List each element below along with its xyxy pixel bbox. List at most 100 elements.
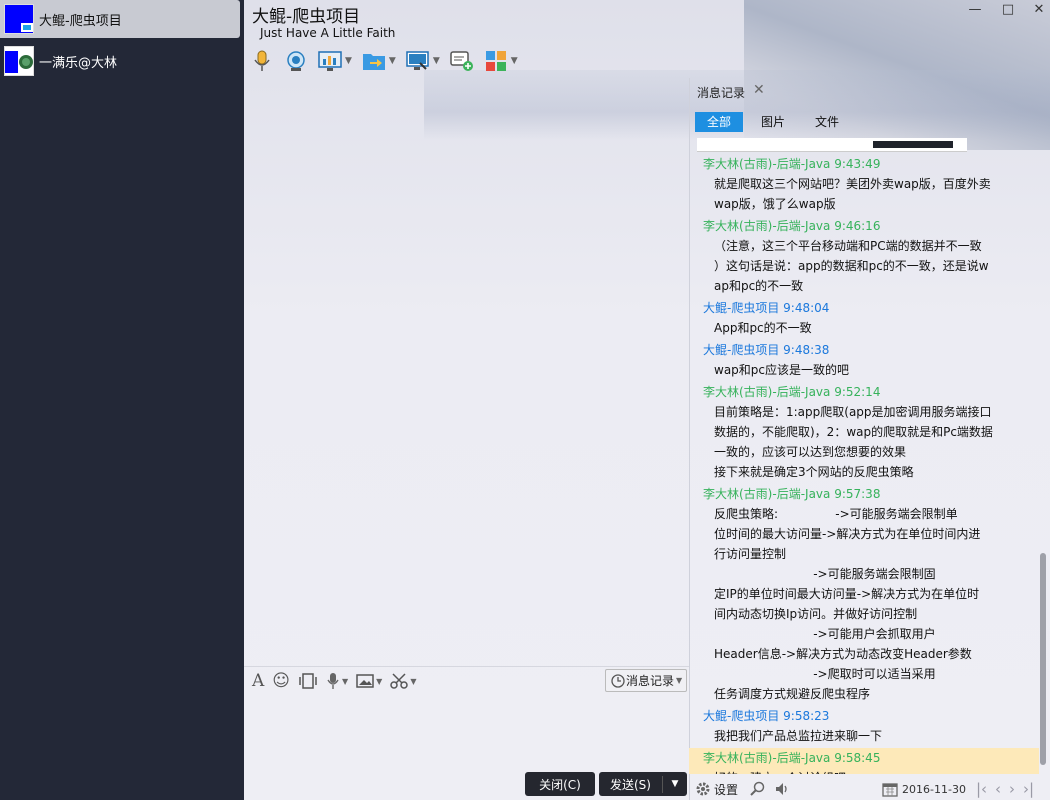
message-time: 9:57:38 xyxy=(830,487,881,501)
message-sender-time: 李大林(古雨)-后端-Java 9:52:14 xyxy=(689,382,1039,402)
history-date: 2016-11-30 xyxy=(902,782,966,796)
chevron-down-icon[interactable]: ▼ xyxy=(410,677,416,686)
message-sender[interactable]: 大鲲-爬虫项目 xyxy=(703,301,779,315)
message-sender[interactable]: 李大林(古雨)-后端-Java xyxy=(703,487,830,501)
session-sidebar: 大鲲-爬虫项目 一满乐@大林 xyxy=(0,0,244,800)
message-text: （注意，这三个平台移动端和PC端的数据并不一致 ）这句话是说：app的数据和pc… xyxy=(714,239,989,293)
video-call-button[interactable] xyxy=(284,47,308,75)
history-button-label: 消息记录 xyxy=(626,674,675,688)
scissors-icon xyxy=(390,673,409,689)
history-scrollbar[interactable] xyxy=(1040,553,1046,765)
message-text: App和pc的不一致 xyxy=(714,321,812,335)
voice-call-button[interactable] xyxy=(250,47,274,75)
previous-page-icon[interactable]: ‹ xyxy=(995,780,1001,798)
chevron-down-icon[interactable]: ▼ xyxy=(345,56,352,66)
message-input[interactable] xyxy=(244,694,689,768)
message-sender[interactable]: 大鲲-爬虫项目 xyxy=(703,709,779,723)
compose-divider xyxy=(244,666,689,667)
session-item-user[interactable]: 一满乐@大林 xyxy=(0,42,240,80)
chevron-down-icon[interactable]: ▼ xyxy=(376,677,382,686)
image-icon xyxy=(356,674,374,688)
first-page-icon[interactable]: |‹ xyxy=(976,780,987,798)
close-chat-button[interactable]: 关闭(C) xyxy=(525,772,595,796)
compose-toolbar: A ☺ ▼ ▼ ▼ xyxy=(252,668,424,694)
message-sender[interactable]: 李大林(古雨)-后端-Java xyxy=(703,385,830,399)
new-discussion-button[interactable] xyxy=(450,47,474,75)
send-options-chevron-icon[interactable]: ▼ xyxy=(663,779,687,789)
chat-toolbar: ▼ ▼ ▼ ▼ xyxy=(250,46,528,76)
history-filter-tabs: 全部 图片 文件 xyxy=(695,112,857,132)
video-camera-icon xyxy=(287,51,305,71)
image-thumbnail[interactable] xyxy=(697,138,967,152)
screenshot-button[interactable]: ▼ xyxy=(390,673,416,689)
close-icon[interactable]: ✕ xyxy=(753,82,765,98)
microphone-icon xyxy=(327,673,339,689)
file-transfer-button[interactable]: ▼ xyxy=(362,47,396,75)
screen-share-icon xyxy=(318,51,342,71)
message-time: 9:48:38 xyxy=(779,343,830,357)
message-sender-time: 李大林(古雨)-后端-Java 9:58:45 xyxy=(689,748,1039,768)
last-page-icon[interactable]: ›| xyxy=(1023,780,1034,798)
message-text: 我把我们产品总监拉进来聊一下 xyxy=(714,729,883,743)
shake-button[interactable] xyxy=(298,672,318,690)
close-window-button[interactable]: ✕ xyxy=(1030,3,1048,17)
filter-images[interactable]: 图片 xyxy=(749,112,797,132)
session-item-project[interactable]: 大鲲-爬虫项目 xyxy=(0,0,240,38)
message-sender[interactable]: 大鲲-爬虫项目 xyxy=(703,343,779,357)
chat-window: 大鲲-爬虫项目 Just Have A Little Faith — □ ✕ ▼… xyxy=(244,0,1050,800)
chevron-down-icon[interactable]: ▼ xyxy=(389,56,396,66)
history-message: 李大林(古雨)-后端-Java 9:52:14 目前策略是：1:app爬取(app… xyxy=(689,382,1039,482)
maximize-button[interactable]: □ xyxy=(999,3,1017,17)
message-sender-time: 李大林(古雨)-后端-Java 9:57:38 xyxy=(689,484,1039,504)
session-name: 一满乐@大林 xyxy=(39,55,118,71)
shake-window-icon xyxy=(299,673,317,689)
message-history-button[interactable]: 消息记录 ▼ xyxy=(605,669,687,692)
message-time: 9:43:49 xyxy=(830,157,881,171)
new-discussion-icon xyxy=(450,51,473,71)
history-message: 大鲲-爬虫项目 9:48:38 wap和pc应该是一致的吧 xyxy=(689,340,1039,380)
filter-all[interactable]: 全部 xyxy=(695,112,744,132)
message-text: wap和pc应该是一致的吧 xyxy=(714,363,850,377)
send-button[interactable]: 发送(S) ▼ xyxy=(599,772,687,796)
message-time: 9:58:45 xyxy=(830,751,881,765)
filter-files[interactable]: 文件 xyxy=(803,112,851,132)
message-text: 反爬虫策略: ->可能服务端会限制单 位时间的最大访问量->解决方式为在单位时间… xyxy=(714,507,981,701)
file-transfer-icon xyxy=(362,54,385,70)
message-sender[interactable]: 李大林(古雨)-后端-Java xyxy=(703,751,830,765)
speaker-icon[interactable] xyxy=(774,781,790,797)
font-button[interactable]: A xyxy=(252,671,264,691)
message-time: 9:48:04 xyxy=(779,301,830,315)
calendar-icon[interactable] xyxy=(882,781,898,797)
message-sender[interactable]: 李大林(古雨)-后端-Java xyxy=(703,157,830,171)
message-sender-time: 大鲲-爬虫项目 9:48:38 xyxy=(689,340,1039,360)
chat-signature: Just Have A Little Faith xyxy=(260,26,396,40)
minimize-button[interactable]: — xyxy=(966,3,984,17)
message-sender-time: 李大林(古雨)-后端-Java 9:46:16 xyxy=(689,216,1039,236)
chevron-down-icon[interactable]: ▼ xyxy=(676,676,682,685)
chevron-down-icon[interactable]: ▼ xyxy=(511,56,518,66)
settings-button[interactable]: 设置 xyxy=(695,781,738,798)
message-sender-time: 大鲲-爬虫项目 9:48:04 xyxy=(689,298,1039,318)
message-display-area xyxy=(244,78,689,666)
apps-button[interactable]: ▼ xyxy=(484,47,518,75)
history-message: 大鲲-爬虫项目 9:58:23 我把我们产品总监拉进来聊一下 xyxy=(689,706,1039,746)
screen-share-button[interactable]: ▼ xyxy=(318,47,352,75)
send-button-label: 发送(S) xyxy=(599,775,663,793)
image-button[interactable]: ▼ xyxy=(356,673,382,689)
message-time: 9:58:23 xyxy=(779,709,830,723)
remote-desktop-button[interactable]: ▼ xyxy=(406,47,440,75)
chat-title: 大鲲-爬虫项目 xyxy=(252,7,361,27)
search-icon[interactable] xyxy=(750,781,766,797)
history-message: 大鲲-爬虫项目 9:48:04 App和pc的不一致 xyxy=(689,298,1039,338)
history-message-list: 李大林(古雨)-后端-Java 9:43:49 就是爬取这三个网站吧？美团外卖wa… xyxy=(689,138,1039,774)
chevron-down-icon[interactable]: ▼ xyxy=(342,677,348,686)
message-sender[interactable]: 李大林(古雨)-后端-Java xyxy=(703,219,830,233)
user-avatar xyxy=(4,46,34,76)
next-page-icon[interactable]: › xyxy=(1009,780,1015,798)
clock-icon xyxy=(611,673,625,688)
chevron-down-icon[interactable]: ▼ xyxy=(433,56,440,66)
voice-message-button[interactable]: ▼ xyxy=(326,672,348,690)
emoji-button[interactable]: ☺ xyxy=(272,671,290,691)
message-history-panel: 消息记录 ✕ 全部 图片 文件 李大林(古雨)-后端-Java 9:43:49 就… xyxy=(689,78,1050,800)
tab-message-history[interactable]: 消息记录 xyxy=(697,84,745,101)
